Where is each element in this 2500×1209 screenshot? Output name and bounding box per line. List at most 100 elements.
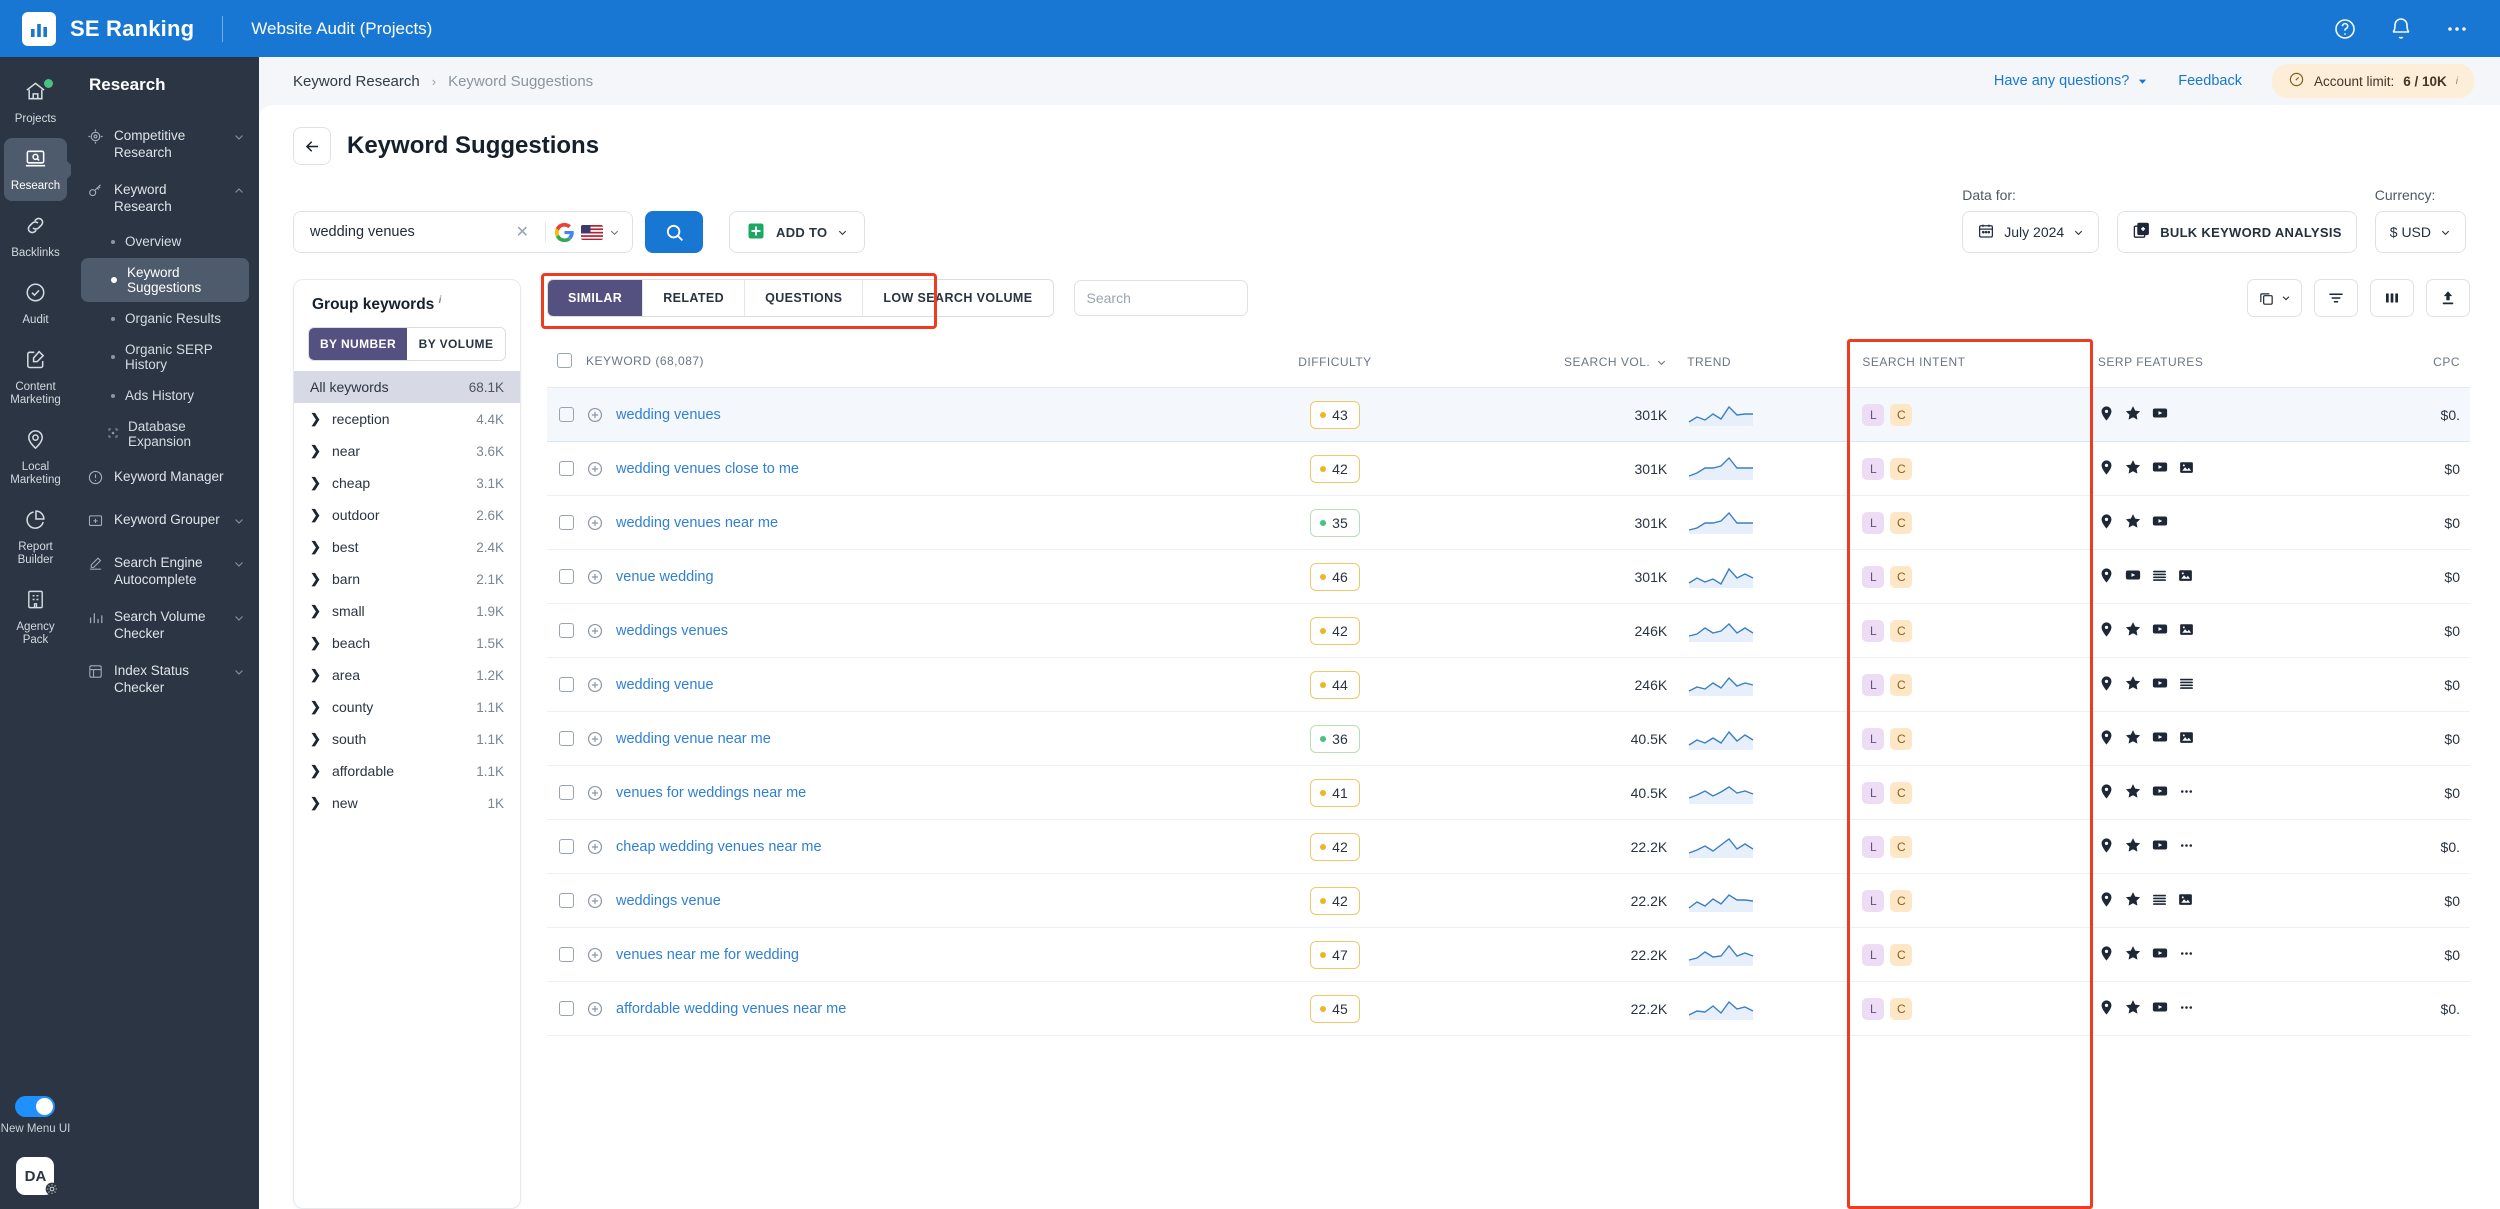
chevron-right-icon[interactable]: ❯ xyxy=(310,731,326,747)
keyword-link[interactable]: wedding venues near me xyxy=(616,515,778,531)
bulk-keyword-analysis-button[interactable]: BULK KEYWORD ANALYSIS xyxy=(2117,211,2357,253)
account-limit-badge[interactable]: Account limit: 6 / 10K i xyxy=(2271,64,2474,98)
star-icon[interactable] xyxy=(2124,458,2142,479)
keyword-link[interactable]: weddings venues xyxy=(616,623,728,639)
filter-button[interactable] xyxy=(2314,279,2358,317)
keyword-link[interactable]: cheap wedding venues near me xyxy=(616,839,822,855)
star-icon[interactable] xyxy=(2124,728,2142,749)
topbar-section-label[interactable]: Website Audit (Projects) xyxy=(251,19,432,39)
avatar[interactable]: DA xyxy=(16,1157,59,1196)
list-icon[interactable] xyxy=(2151,567,2168,587)
group-row[interactable]: ❯ cheap 3.1K xyxy=(294,467,520,499)
th-keyword[interactable]: KEYWORD (68,087) xyxy=(547,339,1216,388)
sidebar-group-keyword-research[interactable]: Keyword Research xyxy=(71,171,259,225)
star-icon[interactable] xyxy=(2124,782,2142,803)
star-icon[interactable] xyxy=(2124,836,2142,857)
group-row[interactable]: ❯ area 1.2K xyxy=(294,659,520,691)
intent-tag-c[interactable]: C xyxy=(1890,403,1913,426)
currency-select[interactable]: $ USD xyxy=(2374,211,2466,253)
intent-tag-l[interactable]: L xyxy=(1862,457,1885,480)
rail-item-report-builder[interactable]: Report Builder xyxy=(4,499,67,575)
group-row[interactable]: ❯ south 1.1K xyxy=(294,723,520,755)
intent-tag-c[interactable]: C xyxy=(1890,673,1913,696)
have-any-questions-link[interactable]: Have any questions? xyxy=(1994,73,2148,89)
intent-tag-c[interactable]: C xyxy=(1890,835,1913,858)
add-to-button[interactable]: ADD TO xyxy=(729,211,866,253)
add-keyword-icon[interactable] xyxy=(586,892,604,910)
intent-tag-l[interactable]: L xyxy=(1862,511,1885,534)
group-row[interactable]: ❯ beach 1.5K xyxy=(294,627,520,659)
image-icon[interactable] xyxy=(2178,729,2195,749)
chevron-right-icon[interactable]: ❯ xyxy=(310,635,326,651)
chevron-right-icon[interactable]: ❯ xyxy=(310,507,326,523)
sidebar-item-ads-history[interactable]: Ads History xyxy=(81,381,249,410)
star-icon[interactable] xyxy=(2124,944,2142,965)
map-pin-icon[interactable] xyxy=(2098,621,2115,641)
info-superscript-icon[interactable]: i xyxy=(2456,76,2458,87)
video-icon[interactable] xyxy=(2124,566,2142,587)
intent-tag-l[interactable]: L xyxy=(1862,673,1885,696)
sidebar-item-database-expansion[interactable]: Database Expansion xyxy=(81,412,249,456)
row-checkbox[interactable] xyxy=(559,947,574,962)
video-icon[interactable] xyxy=(2151,458,2169,479)
sidebar-item-organic-results[interactable]: Organic Results xyxy=(81,304,249,333)
group-row[interactable]: ❯ outdoor 2.6K xyxy=(294,499,520,531)
image-icon[interactable] xyxy=(2177,567,2194,587)
group-row[interactable]: ❯ county 1.1K xyxy=(294,691,520,723)
table-row[interactable]: venues for weddings near me 41 40.5K L C $0 xyxy=(547,765,2470,820)
add-keyword-icon[interactable] xyxy=(586,406,604,424)
row-checkbox[interactable] xyxy=(559,461,574,476)
intent-tag-c[interactable]: C xyxy=(1890,457,1913,480)
video-icon[interactable] xyxy=(2151,512,2169,533)
image-icon[interactable] xyxy=(2178,621,2195,641)
table-row[interactable]: wedding venues near me 35 301K L C $0 xyxy=(547,495,2470,550)
breadcrumb-parent[interactable]: Keyword Research xyxy=(293,73,420,90)
rail-item-agency-pack[interactable]: Agency Pack xyxy=(4,579,67,655)
row-checkbox[interactable] xyxy=(559,677,574,692)
more-icon[interactable] xyxy=(2178,837,2195,857)
more-icon[interactable] xyxy=(2178,999,2195,1019)
add-keyword-icon[interactable] xyxy=(586,514,604,532)
star-icon[interactable] xyxy=(2124,890,2142,911)
map-pin-icon[interactable] xyxy=(2098,783,2115,803)
map-pin-icon[interactable] xyxy=(2098,405,2115,425)
intent-tag-c[interactable]: C xyxy=(1890,565,1913,588)
table-row[interactable]: wedding venues close to me 42 301K L C $0 xyxy=(547,441,2470,496)
table-row[interactable]: affordable wedding venues near me 45 22.2K… xyxy=(547,981,2470,1036)
tab-similar[interactable]: SIMILAR xyxy=(548,280,644,316)
video-icon[interactable] xyxy=(2151,836,2169,857)
chevron-right-icon[interactable]: ❯ xyxy=(310,411,326,427)
add-keyword-icon[interactable] xyxy=(586,946,604,964)
gear-icon[interactable] xyxy=(44,1181,60,1201)
chevron-right-icon[interactable]: ❯ xyxy=(310,667,326,683)
intent-tag-l[interactable]: L xyxy=(1862,997,1885,1020)
add-keyword-icon[interactable] xyxy=(586,838,604,856)
intent-tag-c[interactable]: C xyxy=(1890,619,1913,642)
se-ranking-logo-icon[interactable] xyxy=(22,11,56,46)
add-keyword-icon[interactable] xyxy=(586,622,604,640)
keyword-link[interactable]: wedding venues xyxy=(616,407,721,423)
group-row[interactable]: ❯ near 3.6K xyxy=(294,435,520,467)
add-keyword-icon[interactable] xyxy=(586,784,604,802)
sidebar-item-organic-serp-history[interactable]: Organic SERP History xyxy=(81,335,249,379)
keyword-link[interactable]: affordable wedding venues near me xyxy=(616,1001,846,1017)
keyword-link[interactable]: venue wedding xyxy=(616,569,714,585)
intent-tag-l[interactable]: L xyxy=(1862,889,1885,912)
group-row[interactable]: ❯ best 2.4K xyxy=(294,531,520,563)
table-row[interactable]: venues near me for wedding 47 22.2K L C $0 xyxy=(547,927,2470,982)
keyword-link[interactable]: venues near me for wedding xyxy=(616,947,799,963)
copy-dropdown-button[interactable] xyxy=(2247,279,2302,317)
table-row[interactable]: wedding venue near me 36 40.5K L C $0 xyxy=(547,711,2470,766)
star-icon[interactable] xyxy=(2124,674,2142,695)
group-row-all-keywords[interactable]: All keywords 68.1K xyxy=(294,371,520,404)
video-icon[interactable] xyxy=(2151,944,2169,965)
help-circle-icon[interactable] xyxy=(2332,16,2358,42)
search-button[interactable] xyxy=(645,211,703,253)
list-icon[interactable] xyxy=(2178,675,2195,695)
sidebar-group-search-engine-autocomplete[interactable]: Search Engine Autocomplete xyxy=(71,544,259,598)
map-pin-icon[interactable] xyxy=(2098,567,2115,587)
map-pin-icon[interactable] xyxy=(2098,459,2115,479)
rail-item-content-marketing[interactable]: Content Marketing xyxy=(4,339,67,415)
row-checkbox[interactable] xyxy=(559,1001,574,1016)
back-button[interactable] xyxy=(293,127,331,165)
